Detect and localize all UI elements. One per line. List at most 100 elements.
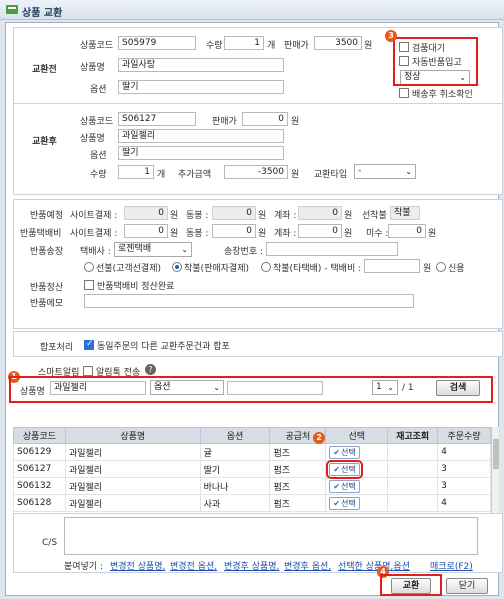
after-qty-input[interactable]: 1 [118, 165, 154, 179]
col-code[interactable]: 상품코드 [13, 427, 66, 444]
same-input[interactable]: 0 [212, 206, 256, 220]
radio-credit[interactable] [436, 262, 446, 272]
same-label-2: 동봉 : [186, 229, 209, 239]
radio-prepaid[interactable] [84, 262, 94, 272]
window-icon [6, 5, 18, 14]
same-input-2[interactable]: 0 [212, 224, 256, 238]
site-pay-input[interactable]: 0 [124, 206, 168, 220]
select-button[interactable]: ✔선택 [329, 445, 360, 459]
after-option-input[interactable]: 딸기 [118, 146, 284, 160]
courier-select[interactable]: 로젠택배 ⌄ [114, 242, 192, 257]
exchange-panel: 교환전 상품코드 S05979 수량 1 개 판매가 3500 원 상품명 과일… [5, 22, 503, 596]
invoice-input[interactable] [266, 242, 398, 256]
help-icon[interactable]: ? [145, 364, 156, 375]
before-section: 교환전 상품코드 S05979 수량 1 개 판매가 3500 원 상품명 과일… [13, 27, 503, 105]
table-row[interactable]: S06128 과일젤리 사과 펌즈 ✔선택 4 [13, 494, 491, 512]
same-label: 동봉 : [186, 211, 209, 221]
before-code-input[interactable]: S05979 [118, 36, 196, 50]
highlight-box-3 [393, 37, 478, 86]
table-row[interactable]: S06127 과일젤리 딸기 펌즈 ✔선택 3 [13, 459, 491, 479]
unpaid-input[interactable]: 0 [388, 224, 426, 238]
site-pay-input-2[interactable]: 0 [124, 224, 168, 238]
col-option[interactable]: 옵션 [199, 427, 271, 444]
before-option-input[interactable]: 딸기 [118, 80, 284, 94]
paste-link-before-name[interactable]: 변경전 상품명, [110, 559, 165, 572]
row-qty: 3 [437, 477, 491, 495]
grid-scrollbar[interactable] [491, 427, 499, 515]
smart-checkbox[interactable] [83, 366, 93, 376]
col-stock[interactable]: 재고조회 [387, 427, 439, 444]
paste-link-before-option[interactable]: 변경전 옵션, [170, 559, 217, 572]
col-qty[interactable]: 주문수량 [437, 427, 491, 444]
row-option: 귤 [199, 443, 271, 461]
radio-cod-seller[interactable] [172, 262, 182, 272]
search-name-label: 상품명 [20, 387, 45, 397]
row-option: 딸기 [199, 460, 271, 478]
search-option-select[interactable]: 옵션 ⌄ [150, 380, 224, 395]
step-badge-3: 3 [385, 30, 397, 42]
select-button[interactable]: ✔선택 [329, 479, 360, 493]
after-code-input[interactable]: S06127 [118, 112, 196, 126]
paste-link-after-name[interactable]: 변경후 상품명, [224, 559, 279, 572]
memo-input[interactable] [84, 294, 414, 308]
settle-checkbox[interactable] [84, 280, 94, 290]
cs-section: C/S 붙여넣기 : 변경전 상품명, 변경전 옵션, 변경후 상품명, 변경후… [13, 513, 503, 573]
scrollbar-thumb[interactable] [493, 439, 499, 469]
search-button[interactable]: 검색 [436, 380, 480, 396]
paste-link-after-option[interactable]: 변경후 옵션, [284, 559, 331, 572]
cancel-confirm-checkbox[interactable] [399, 88, 409, 98]
page-select[interactable]: 1 ⌄ [372, 380, 398, 395]
site-pay-unit-2: 원 [170, 229, 179, 239]
account-input-2[interactable]: 0 [298, 224, 342, 238]
account-input[interactable]: 0 [298, 206, 342, 220]
cs-textarea[interactable] [64, 517, 478, 555]
merge-checkbox[interactable] [84, 339, 94, 350]
paste-link-selected[interactable]: 선택한 상품명,옵션 [338, 559, 410, 572]
merge-label: 합포처리 [40, 343, 74, 353]
after-qty-unit: 개 [157, 170, 166, 180]
macro-link[interactable]: 매크로(F2) [430, 559, 473, 572]
exchange-type-value: - [358, 166, 362, 176]
memo-label: 반품메모 [30, 299, 64, 309]
after-qty-label: 수량 [90, 170, 107, 180]
row-select-cell: ✔선택 [325, 459, 389, 479]
row-stock [387, 494, 439, 512]
row-name: 과일젤리 [64, 443, 201, 461]
search-option-input[interactable] [227, 381, 323, 395]
check-icon: ✔ [333, 498, 341, 508]
return-section: 반품예정 사이트결제 : 0 원 동봉 : 0 원 계좌 : 0 원 선착불 착… [13, 199, 503, 329]
other-fee-input[interactable] [364, 259, 420, 273]
radio-cod-other[interactable] [261, 262, 271, 272]
select-button[interactable]: ✔선택 [329, 496, 360, 510]
row-option: 바나나 [199, 477, 271, 495]
before-name-input[interactable]: 과일사탕 [118, 58, 284, 72]
exchange-type-select[interactable]: - ⌄ [354, 164, 416, 179]
before-qty-unit: 개 [267, 41, 276, 51]
col-name[interactable]: 상품명 [64, 427, 201, 444]
after-price-input[interactable]: 0 [242, 112, 288, 126]
grid-header-row: 상품코드 상품명 옵션 공급처 선택 재고조회 주문수량 [13, 427, 491, 444]
same-unit-2: 원 [258, 229, 267, 239]
row-name: 과일젤리 [64, 477, 201, 495]
close-button[interactable]: 닫기 [446, 578, 488, 594]
before-option-label: 옵션 [90, 85, 107, 95]
search-name-input[interactable]: 과일젤리 [50, 381, 146, 395]
exchange-button[interactable]: 교환 [391, 578, 431, 594]
return-plan-label: 반품예정 [30, 211, 64, 221]
table-row[interactable]: S06129 과일젤리 귤 펌즈 ✔선택 4 [13, 443, 491, 461]
col-select[interactable]: 선택 [325, 427, 389, 444]
row-code: S06128 [13, 494, 66, 512]
table-row[interactable]: S06132 과일젤리 바나나 펌즈 ✔선택 3 [13, 477, 491, 495]
product-grid: 상품코드 상품명 옵션 공급처 선택 재고조회 주문수량 S06129 과일젤리… [13, 427, 491, 512]
account-label: 계좌 : [274, 211, 297, 221]
after-name-input[interactable]: 과일젤리 [118, 129, 284, 143]
row-supplier: 펌즈 [269, 460, 327, 478]
before-price-input[interactable]: 3500 [314, 36, 362, 50]
site-pay-label: 사이트결제 : [70, 211, 118, 221]
select-button[interactable]: ✔선택 [326, 459, 363, 479]
select-button-label: 선택 [341, 498, 356, 508]
after-extra-input[interactable]: -3500 [224, 165, 288, 179]
before-qty-input[interactable]: 1 [224, 36, 264, 50]
before-name-label: 상품명 [80, 63, 105, 73]
courier-select-value: 로젠택배 [118, 244, 152, 254]
